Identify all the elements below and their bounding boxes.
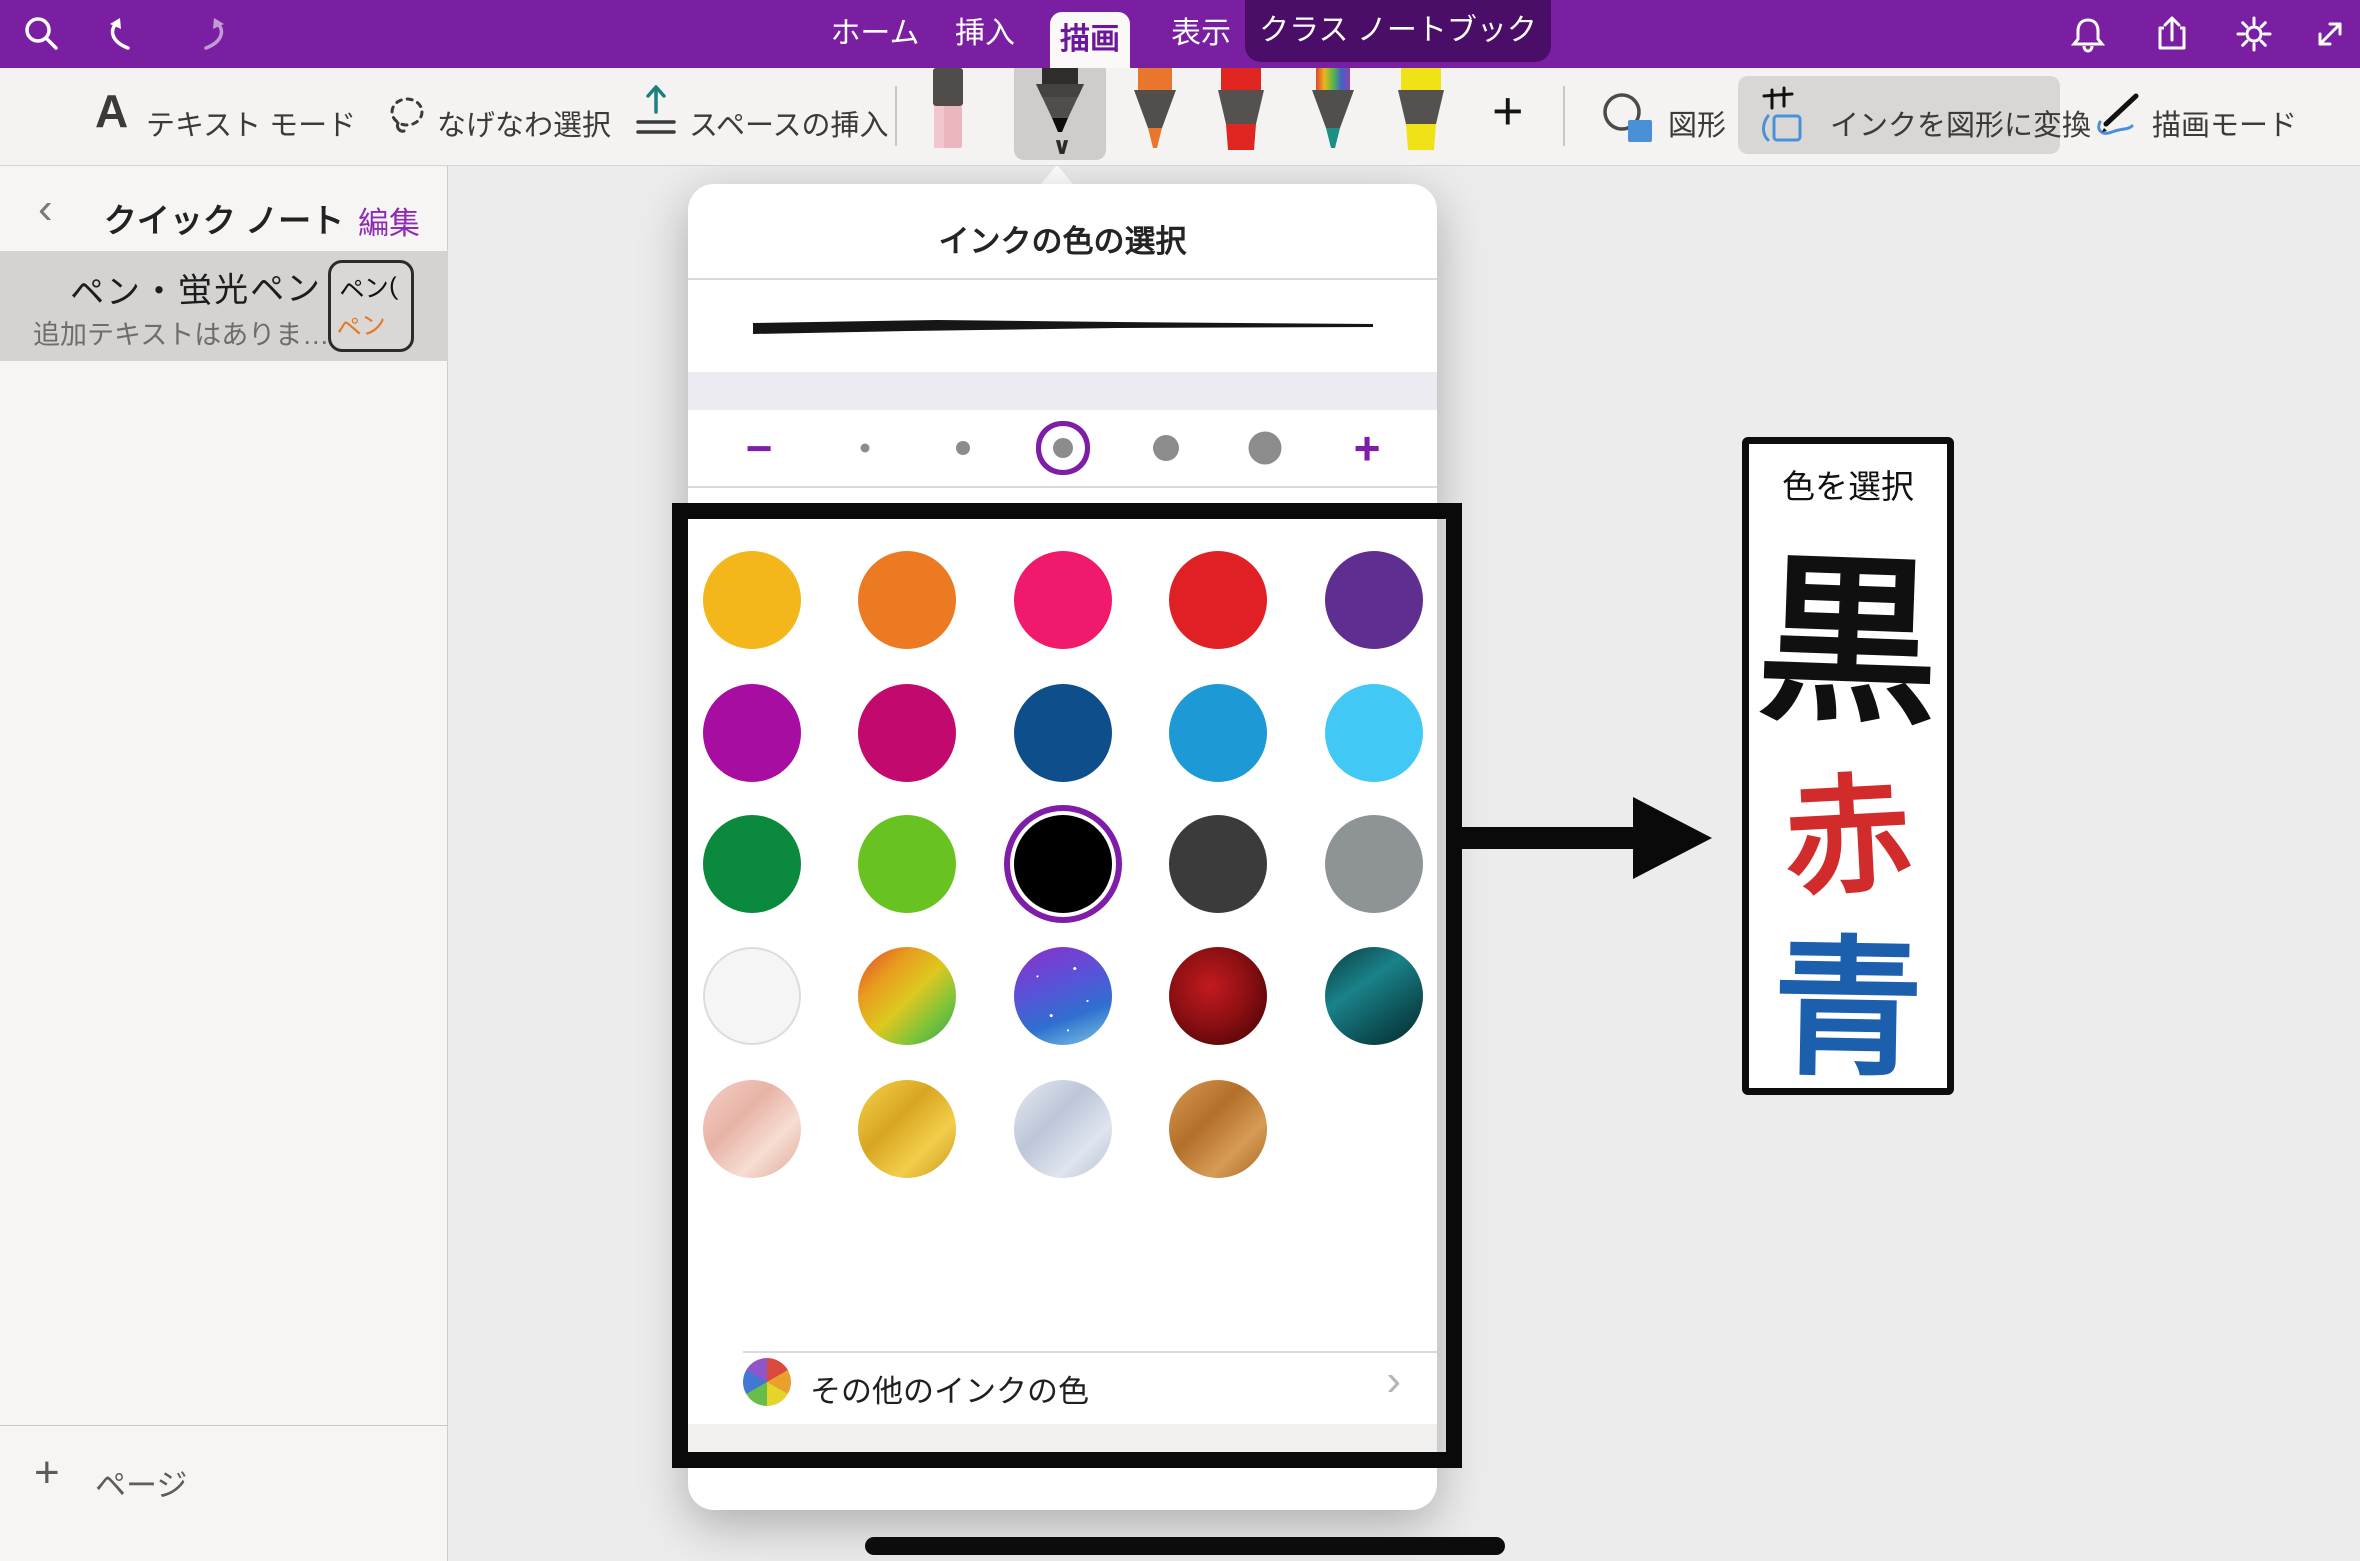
- undo-icon[interactable]: [98, 12, 142, 56]
- thumbnail-ink-orange: ペン: [334, 304, 388, 346]
- onenote-app: ホーム 挿入 描画 表示 クラス ノートブック: [0, 0, 2360, 1561]
- orange-pen-tool[interactable]: [1126, 68, 1184, 152]
- insert-space-label: スペースの挿入: [689, 102, 889, 144]
- swatch-dark-gray[interactable]: [1169, 815, 1267, 913]
- color-grid: [688, 184, 1437, 1510]
- chevron-right-icon: ›: [1386, 1356, 1401, 1406]
- insert-space-icon: [632, 82, 680, 144]
- plus-icon: +: [34, 1448, 60, 1498]
- page-list-item-selected[interactable]: ペン・蛍光ペン 追加テキストはありま… ペン( ペン: [0, 251, 448, 361]
- tab-class-notebook[interactable]: クラス ノートブック: [1245, 0, 1551, 62]
- swatch-teal-ocean[interactable]: [1325, 947, 1423, 1045]
- swatch-purple[interactable]: [1325, 551, 1423, 649]
- swatch-white[interactable]: [703, 947, 801, 1045]
- black-pen-tool[interactable]: [1028, 68, 1092, 134]
- edit-button[interactable]: 編集: [358, 198, 420, 243]
- annotation-arrow-right: [1448, 790, 1718, 886]
- color-wheel-icon: [743, 1358, 791, 1406]
- draw-mode-label: 描画モード: [2152, 102, 2297, 144]
- search-icon[interactable]: [20, 12, 64, 56]
- page-item-title: ペン・蛍光ペン: [70, 261, 323, 314]
- swatch-red[interactable]: [1169, 551, 1267, 649]
- thumbnail-ink-black: ペン(: [338, 267, 399, 308]
- swatch-light-green[interactable]: [858, 815, 956, 913]
- swatch-rose-gold[interactable]: [703, 1080, 801, 1178]
- swatch-gold-glitter[interactable]: [858, 1080, 956, 1178]
- eraser-tool[interactable]: [922, 68, 974, 150]
- rainbow-galaxy-pen-tool[interactable]: [1304, 68, 1362, 152]
- draw-toolbar: A テキスト モード なげなわ選択 スペースの挿入: [0, 68, 2360, 166]
- tab-home[interactable]: ホーム: [820, 0, 930, 68]
- swatch-black[interactable]: [1014, 815, 1112, 913]
- swatch-orange[interactable]: [858, 551, 956, 649]
- ink-to-shape-button[interactable]: インクを図形に変換: [1738, 76, 2060, 154]
- swatch-pink[interactable]: [1014, 551, 1112, 649]
- shapes-icon: [1598, 90, 1658, 146]
- page-item-subtitle: 追加テキストはありま…: [33, 313, 329, 352]
- swatch-navy-blue[interactable]: [1014, 684, 1112, 782]
- swatch-dark-pink[interactable]: [858, 684, 956, 782]
- ink-to-shape-label: インクを図形に変換: [1830, 102, 2091, 144]
- toolbar-divider: [1563, 86, 1565, 146]
- red-highlighter-tool[interactable]: [1212, 68, 1270, 152]
- notifications-bell-icon[interactable]: [2066, 12, 2110, 56]
- pages-sidebar: ‹ クイック ノート 編集 ペン・蛍光ペン 追加テキストはありま… ペン( ペン…: [0, 166, 448, 1561]
- settings-gear-icon[interactable]: [2232, 12, 2276, 56]
- tab-insert[interactable]: 挿入: [942, 0, 1028, 68]
- swatch-gold[interactable]: [703, 551, 801, 649]
- handwritten-kanji-red: 赤: [1746, 769, 1950, 907]
- swatch-red-lava[interactable]: [1169, 947, 1267, 1045]
- add-pen-button[interactable]: +: [1492, 80, 1524, 142]
- tab-view[interactable]: 表示: [1158, 0, 1244, 68]
- text-mode-label: テキスト モード: [146, 102, 356, 144]
- swatch-magenta[interactable]: [703, 684, 801, 782]
- popup-bottom-strip: [688, 1424, 1437, 1452]
- popup-divider: [743, 1351, 1437, 1353]
- lasso-label: なげなわ選択: [437, 102, 611, 144]
- home-indicator-bar[interactable]: [865, 1537, 1505, 1555]
- redo-icon[interactable]: [192, 12, 236, 56]
- toolbar-divider: [895, 86, 897, 146]
- swatch-blue[interactable]: [1169, 684, 1267, 782]
- top-app-bar: ホーム 挿入 描画 表示 クラス ノートブック: [0, 0, 2360, 68]
- pen-options-chevron-down-icon[interactable]: ∨: [1046, 132, 1078, 161]
- lasso-icon: [384, 92, 430, 138]
- ink-color-popup: インクの色の選択 − + その他のインクの色 ›: [688, 184, 1437, 1510]
- swatch-galaxy[interactable]: [1014, 947, 1112, 1045]
- add-page-label: ページ: [95, 1460, 187, 1505]
- ink-to-shape-icon: [1758, 86, 1816, 144]
- swatch-silver-glitter[interactable]: [1014, 1080, 1112, 1178]
- more-ink-colors-label: その他のインクの色: [810, 1366, 1089, 1411]
- page-thumbnail: ペン( ペン: [328, 260, 414, 352]
- swatch-sky-blue[interactable]: [1325, 684, 1423, 782]
- swatch-bronze-glitter[interactable]: [1169, 1080, 1267, 1178]
- tab-draw[interactable]: 描画: [1050, 12, 1130, 68]
- sidebar-divider: [0, 1425, 448, 1426]
- swatch-rainbow-glitter[interactable]: [858, 947, 956, 1045]
- color-select-annotation-box: 色を選択 黒 赤 青: [1742, 437, 1954, 1095]
- draw-mode-icon: [2092, 88, 2144, 140]
- fullscreen-expand-icon[interactable]: [2308, 12, 2352, 56]
- popup-notch: [1040, 165, 1074, 185]
- shapes-label: 図形: [1668, 102, 1726, 144]
- yellow-highlighter-tool[interactable]: [1392, 68, 1450, 152]
- handwritten-kanji-blue: 青: [1748, 932, 1949, 1085]
- share-icon[interactable]: [2150, 12, 2194, 56]
- swatch-gray[interactable]: [1325, 815, 1423, 913]
- annotation-box-title: 色を選択: [1749, 460, 1947, 508]
- text-mode-icon: A: [95, 84, 128, 138]
- swatch-green[interactable]: [703, 815, 801, 913]
- handwritten-kanji-black: 黒: [1746, 551, 1950, 738]
